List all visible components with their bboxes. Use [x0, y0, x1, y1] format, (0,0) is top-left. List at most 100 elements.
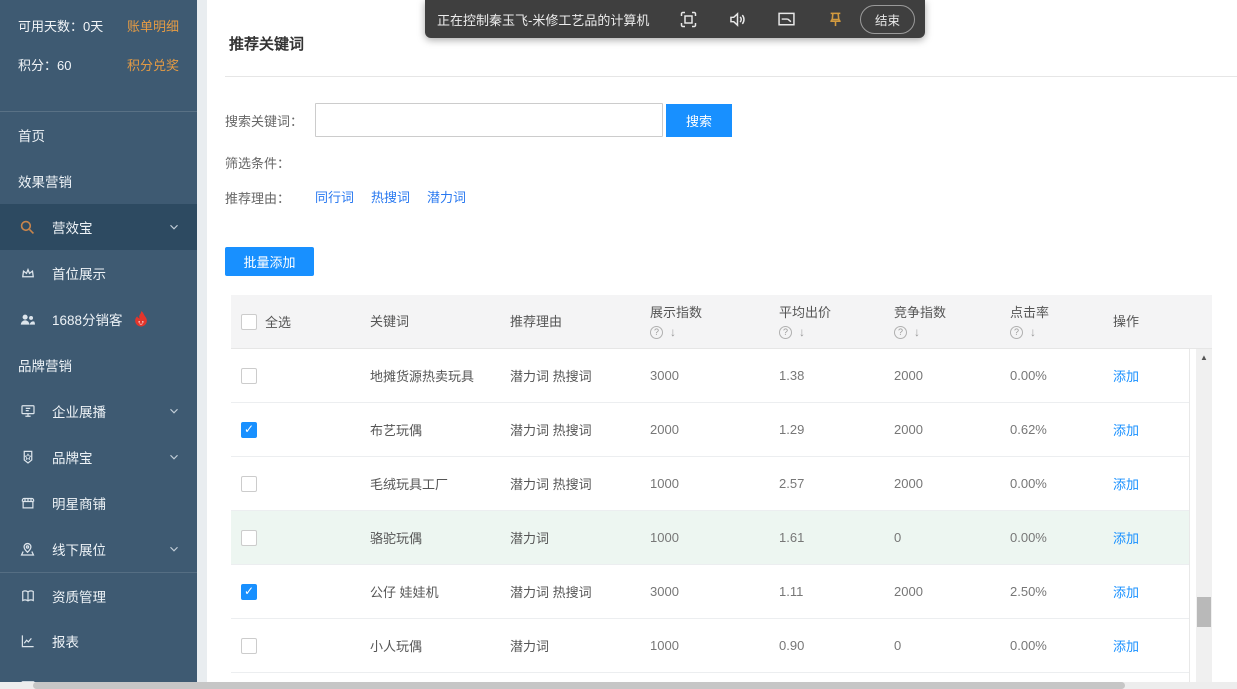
sidebar-item-label: 首页: [18, 125, 45, 145]
column-header-label: 点击率: [1010, 305, 1113, 320]
row-select-cell: [231, 530, 370, 546]
table-header: 全选 关键词推荐理由展示指数?↓平均出价?↓竞争指数?↓点击率?↓操作: [231, 295, 1212, 349]
content-area: 推荐关键词 搜索关键词： 搜索 筛选条件： 推荐理由： 同行词热搜词潜力词 批量…: [207, 0, 1237, 689]
chevron-down-icon[interactable]: [167, 542, 181, 556]
sidebar-stats: 可用天数：0天 账单明细 积分：60 积分兑奖: [0, 0, 197, 112]
column-header-2: 推荐理由: [510, 314, 650, 329]
add-keyword-link[interactable]: 添加: [1113, 639, 1139, 654]
competition-cell: 2000: [894, 584, 1010, 599]
select-all-cell: 全选: [231, 312, 370, 331]
column-header-5[interactable]: 竞争指数? ↓: [894, 305, 1010, 339]
batch-add-button[interactable]: 批量添加: [225, 247, 314, 276]
people-icon: [18, 310, 37, 329]
column-header-6[interactable]: 点击率? ↓: [1010, 305, 1113, 339]
sidebar-item-qualification-manage[interactable]: 资质管理: [0, 572, 197, 618]
sidebar-item-top-display[interactable]: 首位展示: [0, 250, 197, 296]
column-header-4[interactable]: 平均出价? ↓: [779, 305, 894, 339]
help-icon[interactable]: ?: [1010, 326, 1023, 339]
help-icon[interactable]: ?: [894, 326, 907, 339]
search-button[interactable]: 搜索: [666, 104, 732, 137]
horizontal-scrollbar-thumb[interactable]: [33, 682, 1125, 689]
location-icon: [18, 540, 37, 559]
sidebar-item-effect-marketing[interactable]: 效果营销: [0, 158, 197, 204]
keyword-table: 全选 关键词推荐理由展示指数?↓平均出价?↓竞争指数?↓点击率?↓操作 地摊货源…: [231, 295, 1212, 689]
table-row: 地摊货源热卖玩具潜力词 热搜词30001.3820000.00%添加: [231, 349, 1189, 403]
sidebar-item-brand-bao[interactable]: 品牌宝: [0, 434, 197, 480]
row-checkbox[interactable]: [241, 422, 257, 438]
reason-link-2[interactable]: 热搜词: [371, 190, 410, 205]
column-header-1: 关键词: [370, 314, 510, 329]
display-index-cell: 3000: [650, 584, 779, 599]
chevron-down-icon[interactable]: [167, 450, 181, 464]
add-keyword-link[interactable]: 添加: [1113, 369, 1139, 384]
reason-cell: 潜力词: [510, 636, 650, 655]
column-header-label: 关键词: [370, 314, 510, 329]
pin-tool-icon[interactable]: [825, 9, 846, 30]
sort-descending-icon[interactable]: ↓: [670, 326, 676, 338]
points-label: 积分：60: [18, 55, 71, 74]
help-icon[interactable]: ?: [650, 326, 663, 339]
help-icon[interactable]: ?: [779, 326, 792, 339]
add-keyword-link[interactable]: 添加: [1113, 477, 1139, 492]
vertical-scrollbar-thumb[interactable]: [1197, 597, 1211, 627]
row-checkbox[interactable]: [241, 530, 257, 546]
action-cell: 添加: [1113, 582, 1189, 601]
sidebar-item-offline-booth[interactable]: 线下展位: [0, 526, 197, 572]
sort-descending-icon[interactable]: ↓: [799, 326, 805, 338]
speaker-icon[interactable]: [727, 9, 748, 30]
reason-link-3[interactable]: 潜力词: [427, 190, 466, 205]
row-checkbox[interactable]: [241, 368, 257, 384]
scroll-up-arrow-icon[interactable]: ▲: [1196, 353, 1212, 362]
avg-bid-cell: 1.29: [779, 422, 894, 437]
row-select-cell: [231, 476, 370, 492]
filter-label: 筛选条件：: [225, 153, 315, 172]
sort-descending-icon[interactable]: ↓: [1030, 326, 1036, 338]
sidebar-item-home[interactable]: 首页: [0, 112, 197, 158]
points-redeem-link[interactable]: 积分兑奖: [127, 55, 179, 74]
sidebar-item-label: 线下展位: [52, 539, 106, 559]
column-header-3[interactable]: 展示指数?↓: [650, 305, 779, 339]
sort-controls: ?↓: [650, 326, 779, 339]
add-keyword-link[interactable]: 添加: [1113, 585, 1139, 600]
column-header-label: 平均出价: [779, 305, 894, 320]
badge-icon: [18, 448, 37, 467]
column-header-label: 操作: [1113, 314, 1212, 329]
bill-detail-link[interactable]: 账单明细: [127, 16, 179, 35]
select-all-checkbox[interactable]: [241, 314, 257, 330]
table-row: 公仔 娃娃机潜力词 热搜词30001.1120002.50%添加: [231, 565, 1189, 619]
sidebar-item-yingxiaobao[interactable]: 营效宝: [0, 204, 197, 250]
column-header-label: 竞争指数: [894, 305, 1010, 320]
sidebar-item-star-shop[interactable]: 明星商铺: [0, 480, 197, 526]
sidebar-item-1688-distributor[interactable]: 1688分销客: [0, 296, 197, 342]
avg-bid-cell: 1.38: [779, 368, 894, 383]
display-index-cell: 2000: [650, 422, 779, 437]
add-keyword-link[interactable]: 添加: [1113, 531, 1139, 546]
screen-pointer-icon[interactable]: [776, 9, 797, 30]
search-input[interactable]: [315, 103, 663, 137]
fullscreen-icon[interactable]: [678, 9, 699, 30]
row-checkbox[interactable]: [241, 584, 257, 600]
reason-cell: 潜力词 热搜词: [510, 582, 650, 601]
row-select-cell: [231, 584, 370, 600]
end-control-button[interactable]: 结束: [860, 5, 915, 34]
ctr-cell: 0.00%: [1010, 638, 1113, 653]
add-keyword-link[interactable]: 添加: [1113, 423, 1139, 438]
display-index-cell: 1000: [650, 476, 779, 491]
row-checkbox[interactable]: [241, 476, 257, 492]
remote-control-bar: 正在控制秦玉飞-米修工艺品的计算机 结束: [425, 0, 925, 38]
sidebar-item-enterprise-showcase[interactable]: 企业展播: [0, 388, 197, 434]
flame-icon: [131, 309, 151, 329]
chevron-down-icon[interactable]: [167, 404, 181, 418]
chevron-down-icon[interactable]: [167, 220, 181, 234]
control-bar-icons: [678, 9, 846, 30]
sidebar-item-brand-marketing[interactable]: 品牌营销: [0, 342, 197, 388]
reason-links: 同行词 热搜词 潜力词: [315, 187, 483, 207]
avg-bid-cell: 0.90: [779, 638, 894, 653]
reason-link-1[interactable]: 同行词: [315, 190, 354, 205]
sidebar: 可用天数：0天 账单明细 积分：60 积分兑奖 首页效果营销营效宝首位展示168…: [0, 0, 197, 689]
keyword-cell: 公仔 娃娃机: [370, 582, 510, 601]
row-checkbox[interactable]: [241, 638, 257, 654]
reason-filter-row: 推荐理由： 同行词热搜词潜力词: [225, 187, 1237, 207]
sort-descending-icon[interactable]: ↓: [914, 326, 920, 338]
sidebar-item-report[interactable]: 报表: [0, 618, 197, 664]
